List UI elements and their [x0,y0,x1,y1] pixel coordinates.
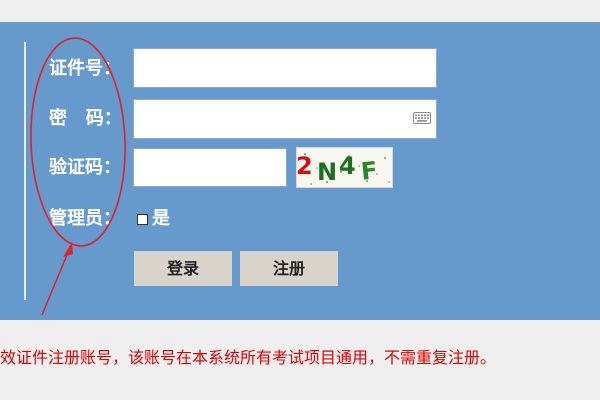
keyboard-icon[interactable] [413,112,431,124]
captcha-char: F [359,156,379,186]
password-label: 密 码： [49,108,122,129]
register-button[interactable]: 注册 [240,251,338,286]
captcha-char: 2 [296,152,313,180]
admin-checkbox[interactable] [137,214,148,225]
login-button[interactable]: 登录 [134,251,232,286]
captcha-image[interactable]: 2 N 4 F [296,147,393,188]
admin-label: 管理员： [49,208,121,229]
panel-divider [24,42,26,300]
password-input[interactable] [133,99,437,139]
captcha-char: N [317,158,338,186]
captcha-input[interactable] [133,148,287,187]
id-number-input[interactable] [133,48,437,88]
admin-option-label: 是 [152,208,170,229]
captcha-label: 验证码： [49,157,121,178]
captcha-char: 4 [339,152,356,180]
notice-text: 效证件注册账号，该账号在本系统所有考试项目通用，不需重复注册。 [0,348,497,367]
id-label: 证件号： [49,58,121,79]
